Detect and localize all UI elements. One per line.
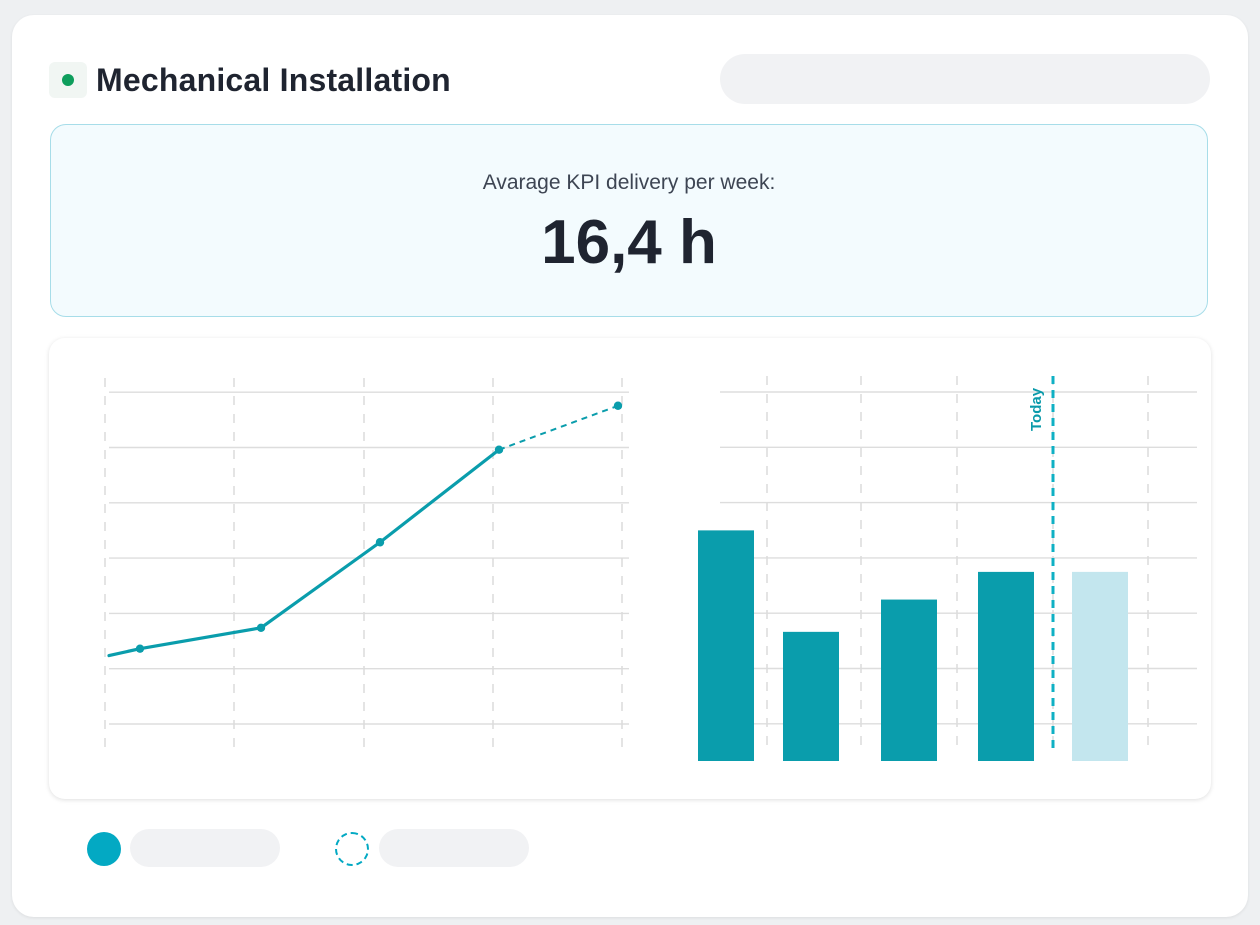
today-label: Today xyxy=(1028,387,1045,431)
card-title: Mechanical Installation xyxy=(96,62,451,98)
search-placeholder[interactable] xyxy=(720,54,1210,104)
legend-dashed-circle-icon xyxy=(335,832,369,866)
status-indicator xyxy=(49,62,87,98)
legend-solid-circle-icon xyxy=(87,832,121,866)
bar-5 xyxy=(1072,571,1128,761)
line-point-2 xyxy=(375,538,385,547)
bar-3 xyxy=(881,599,937,761)
line-series-projected xyxy=(498,404,619,451)
bar-1 xyxy=(698,530,754,761)
line-chart xyxy=(104,378,629,748)
line-series-actual xyxy=(107,448,501,658)
line-point-3 xyxy=(494,445,504,454)
line-point-0 xyxy=(135,644,145,653)
bar-chart: Today xyxy=(698,376,1197,761)
status-dot-icon xyxy=(62,74,74,86)
charts-svg: Today xyxy=(104,376,1197,761)
line-point-1 xyxy=(256,623,266,633)
bar-2 xyxy=(783,631,839,761)
kpi-label: Avarage KPI delivery per week: xyxy=(482,171,776,194)
legend-label-placeholder-projected xyxy=(379,829,529,867)
chart-panel: Today xyxy=(49,338,1211,799)
bar-4 xyxy=(978,571,1034,761)
kpi-value: 16,4 h xyxy=(541,208,717,277)
line-point-4 xyxy=(613,401,623,410)
kpi-summary-box: Avarage KPI delivery per week: 16,4 h xyxy=(50,124,1208,317)
legend-label-placeholder-actual xyxy=(130,829,280,867)
